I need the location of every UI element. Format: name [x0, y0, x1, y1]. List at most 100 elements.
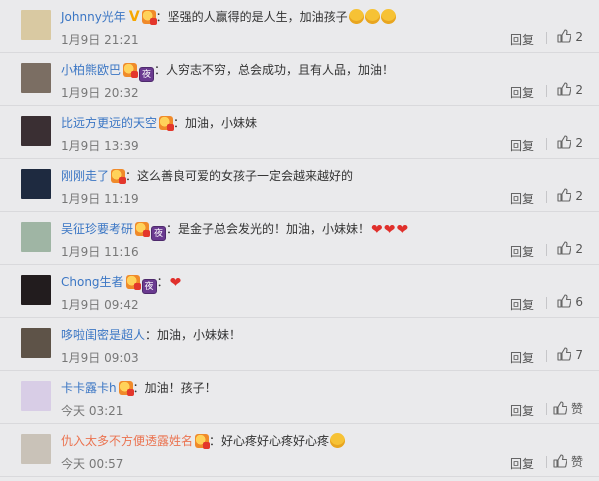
like-count: 赞: [570, 455, 583, 469]
username-link[interactable]: 吴征珍要考研: [61, 222, 133, 236]
night-badge-icon[interactable]: 夜: [139, 67, 155, 82]
comment-item: 刚刚走了 ：这么善良可爱的女孩子一定会越来越好的 1月9日 11:19 回复 2: [0, 159, 599, 212]
reply-button[interactable]: 回复: [510, 243, 534, 260]
comment-text: ：好心疼好心疼好心疼: [209, 434, 330, 448]
divider: [546, 403, 547, 415]
comment-text: ：: [156, 275, 169, 289]
comment-item: 卡卡露卡h ：加油！孩子！ 今天 03:21 回复 赞: [0, 371, 599, 424]
thumbs-up-icon: [557, 347, 572, 361]
reply-button[interactable]: 回复: [510, 190, 534, 207]
comment-time: 1月9日 13:39: [61, 139, 139, 153]
comment-line: 小柏熊欧巴 夜：人穷志不穷，总会成功，且有人品，加油！: [61, 61, 394, 82]
username-link[interactable]: 小柏熊欧巴: [61, 63, 121, 77]
member-heart-badge-icon[interactable]: [111, 169, 127, 184]
like-button[interactable]: 2: [557, 241, 583, 256]
avatar[interactable]: [21, 10, 51, 40]
comment-text: ：是金子总会发光的！加油，小妹妹！: [166, 222, 371, 236]
night-badge-icon[interactable]: 夜: [151, 226, 167, 241]
comment-text: ：坚强的人赢得的是人生，加油孩子: [155, 10, 348, 24]
member-heart-badge-icon[interactable]: [123, 63, 139, 78]
like-button[interactable]: 2: [557, 135, 583, 150]
like-button[interactable]: 2: [557, 82, 583, 97]
emoji-heart-icon: ❤: [396, 222, 409, 238]
divider: [546, 297, 547, 309]
reply-button[interactable]: 回复: [510, 84, 534, 101]
reply-button[interactable]: 回复: [510, 137, 534, 154]
comment-line: 仇入太多不方便透露姓名 ：好心疼好心疼好心疼: [61, 432, 346, 450]
like-count: 2: [575, 83, 583, 97]
username-link[interactable]: 比远方更远的天空: [61, 116, 157, 130]
comment-time: 1月9日 11:19: [61, 192, 139, 206]
thumbs-up-icon: [553, 454, 568, 468]
member-heart-badge-icon[interactable]: [195, 434, 211, 449]
comment-time: 今天 03:21: [61, 404, 124, 418]
member-heart-badge-icon[interactable]: [141, 10, 157, 25]
like-count: 2: [575, 136, 583, 150]
thumbs-up-icon: [557, 294, 572, 308]
comment-line: 哆啦闺密是超人：加油，小妹妹！: [61, 326, 241, 344]
divider: [546, 350, 547, 362]
username-link[interactable]: 仇入太多不方便透露姓名: [61, 434, 193, 448]
reply-button[interactable]: 回复: [510, 349, 534, 366]
comment-text: ：这么善良可爱的女孩子一定会越来越好的: [125, 169, 354, 183]
avatar[interactable]: [21, 381, 51, 411]
emoji-heart-icon: ❤: [383, 222, 396, 238]
comment-time: 1月9日 21:21: [61, 33, 139, 47]
like-button[interactable]: 7: [557, 347, 583, 362]
avatar[interactable]: [21, 116, 51, 146]
divider: [546, 191, 547, 203]
thumbs-up-icon: [557, 135, 572, 149]
username-link[interactable]: 刚刚走了: [61, 169, 109, 183]
thumbs-up-icon: [553, 401, 568, 415]
like-button[interactable]: 2: [557, 29, 583, 44]
comment-item: Chong生者 夜：❤ 1月9日 09:42 回复 6: [0, 265, 599, 318]
member-heart-badge-icon[interactable]: [118, 381, 134, 396]
like-button[interactable]: 赞: [553, 400, 583, 417]
avatar[interactable]: [21, 169, 51, 199]
comment-item: 仇入太多不方便透露姓名 ：好心疼好心疼好心疼 今天 00:57 回复 赞: [0, 424, 599, 477]
reply-button[interactable]: 回复: [510, 455, 534, 472]
comment-text: ：加油，小妹妹: [173, 116, 258, 130]
comment-text: ：加油！孩子！: [132, 381, 217, 395]
avatar[interactable]: [21, 275, 51, 305]
comment-item: 吴征珍要考研夜：是金子总会发光的！加油，小妹妹！❤❤❤ 1月9日 11:16 回…: [0, 212, 599, 265]
comment-line: Johnny光年 V ：坚强的人赢得的是人生，加油孩子: [61, 8, 396, 26]
avatar[interactable]: [21, 222, 51, 252]
avatar[interactable]: [21, 434, 51, 464]
night-badge-icon[interactable]: 夜: [141, 279, 157, 294]
like-count: 2: [575, 242, 583, 256]
comment-time: 1月9日 20:32: [61, 86, 139, 100]
comment-line: 比远方更远的天空 ：加油，小妹妹: [61, 114, 257, 132]
like-button[interactable]: 6: [557, 294, 583, 309]
member-heart-badge-icon[interactable]: [159, 116, 175, 131]
username-link[interactable]: 卡卡露卡h: [61, 381, 117, 395]
member-heart-badge-icon[interactable]: [125, 275, 141, 290]
reply-button[interactable]: 回复: [510, 31, 534, 48]
username-link[interactable]: Johnny光年: [61, 10, 126, 24]
comment-time: 今天 00:57: [61, 457, 124, 471]
thumbs-up-icon: [557, 241, 572, 255]
comment-time: 1月9日 09:42: [61, 298, 139, 312]
verified-v-icon[interactable]: V: [129, 8, 140, 25]
divider: [546, 32, 547, 44]
comment-time: 1月9日 11:16: [61, 245, 139, 259]
reply-button[interactable]: 回复: [510, 402, 534, 419]
username-link[interactable]: Chong生者: [61, 275, 124, 289]
username-link[interactable]: 哆啦闺密是超人: [61, 328, 145, 342]
avatar[interactable]: [21, 328, 51, 358]
comment-line: Chong生者 夜：❤: [61, 273, 181, 294]
member-heart-badge-icon[interactable]: [135, 222, 151, 237]
like-count: 2: [575, 189, 583, 203]
like-count: 6: [575, 295, 583, 309]
emoji-heart-icon: ❤: [169, 275, 182, 291]
thumbs-up-icon: [557, 82, 572, 96]
like-button[interactable]: 2: [557, 188, 583, 203]
like-button[interactable]: 赞: [553, 453, 583, 470]
comment-item: 比远方更远的天空 ：加油，小妹妹 1月9日 13:39 回复 2: [0, 106, 599, 159]
divider: [546, 244, 547, 256]
comment-text: ：人穷志不穷，总会成功，且有人品，加油！: [154, 63, 395, 77]
divider: [546, 138, 547, 150]
thumbs-up-icon: [557, 29, 572, 43]
reply-button[interactable]: 回复: [510, 296, 534, 313]
avatar[interactable]: [21, 63, 51, 93]
